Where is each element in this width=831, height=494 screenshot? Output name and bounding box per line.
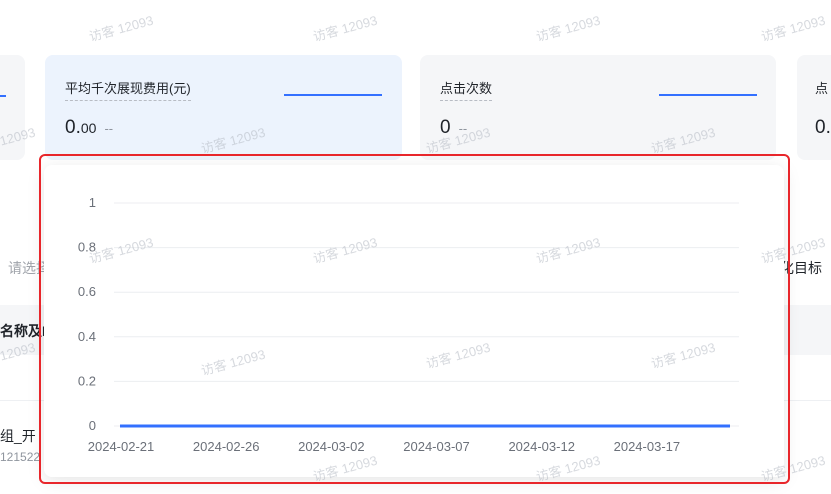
watermark: 访客 12093 xyxy=(87,12,155,45)
metric-card-partial-right[interactable]: 点 0. xyxy=(797,55,831,160)
x-tick-label: 2024-02-26 xyxy=(193,439,260,454)
x-tick-label: 2024-03-02 xyxy=(298,439,365,454)
x-tick-label: 2024-02-21 xyxy=(88,439,155,454)
trend-line-chart: 1 0.8 0.6 0.4 0.2 0 2024-02-21 2024-02-26 2024-0… xyxy=(44,165,784,477)
metric-title: 点 xyxy=(815,81,829,96)
y-tick-label: 0.6 xyxy=(78,284,96,299)
metric-value: 0. xyxy=(815,117,831,138)
metric-title: 点击次数 xyxy=(440,78,493,101)
metric-card-partial-left[interactable] xyxy=(0,55,25,160)
metric-card-clicks[interactable]: 点击次数 0 -- xyxy=(420,55,776,160)
y-tick-label: 0 xyxy=(89,418,96,433)
y-tick-label: 0.2 xyxy=(78,373,96,388)
table-row-id: 121522 xyxy=(0,450,41,464)
metric-value: 0.00 -- xyxy=(65,117,114,138)
watermark: 访客 12093 xyxy=(534,12,602,45)
watermark: 访客 12093 xyxy=(759,12,827,45)
sparkline xyxy=(659,94,757,96)
watermark: 访客 12093 xyxy=(311,12,379,45)
table-row-name[interactable]: 组_开 xyxy=(0,426,36,446)
y-tick-label: 1 xyxy=(89,195,96,210)
optimization-target-label: 化目标 xyxy=(780,260,822,276)
y-tick-label: 0.4 xyxy=(78,329,96,344)
y-tick-label: 0.8 xyxy=(78,240,96,255)
trend-chart-panel: 1 0.8 0.6 0.4 0.2 0 2024-02-21 2024-02-26 2024-0… xyxy=(44,165,784,477)
sparkline xyxy=(284,94,382,96)
sparkline xyxy=(0,95,6,97)
metric-card-cpm[interactable]: 平均千次展现费用(元) 0.00 -- xyxy=(45,55,402,160)
metric-value: 0 -- xyxy=(440,117,468,138)
x-tick-label: 2024-03-17 xyxy=(614,439,681,454)
metric-title: 平均千次展现费用(元) xyxy=(65,78,191,101)
metric-compare: -- xyxy=(458,121,468,136)
chart-svg: 1 0.8 0.6 0.4 0.2 0 2024-02-21 2024-02-26 2024-0… xyxy=(78,195,739,454)
x-tick-label: 2024-03-07 xyxy=(403,439,470,454)
x-tick-label: 2024-03-12 xyxy=(508,439,575,454)
metric-compare: -- xyxy=(104,121,114,136)
